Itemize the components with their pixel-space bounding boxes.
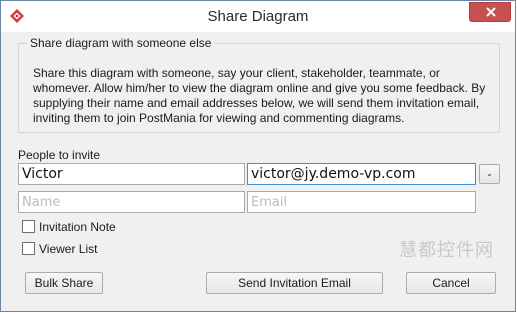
send-invitation-email-button[interactable]: Send Invitation Email bbox=[206, 272, 383, 294]
close-button[interactable] bbox=[469, 2, 511, 22]
people-to-invite-label: People to invite bbox=[18, 148, 101, 162]
viewer-list-label: Viewer List bbox=[39, 242, 98, 256]
invitation-note-checkbox[interactable] bbox=[22, 220, 35, 233]
close-icon bbox=[486, 7, 496, 17]
remove-invitee-button[interactable]: - bbox=[479, 164, 500, 184]
cancel-button[interactable]: Cancel bbox=[406, 272, 496, 294]
invite-name-input-2[interactable] bbox=[18, 191, 245, 213]
invite-name-input-1[interactable] bbox=[18, 163, 245, 185]
invite-email-input-1[interactable] bbox=[247, 163, 476, 185]
share-diagram-dialog: Share Diagram Share diagram with someone… bbox=[0, 0, 516, 312]
share-section: Share diagram with someone else Share th… bbox=[18, 36, 500, 133]
bulk-share-button[interactable]: Bulk Share bbox=[25, 272, 103, 294]
title-bar[interactable]: Share Diagram bbox=[1, 1, 515, 32]
invite-email-input-2[interactable] bbox=[247, 191, 476, 213]
viewer-list-checkbox[interactable] bbox=[22, 242, 35, 255]
share-section-title: Share diagram with someone else bbox=[27, 36, 215, 50]
watermark: 慧都控件网 bbox=[399, 240, 494, 261]
share-section-description: Share this diagram with someone, say you… bbox=[33, 66, 486, 125]
invitation-note-label: Invitation Note bbox=[39, 220, 116, 234]
dialog-title: Share Diagram bbox=[207, 8, 309, 25]
